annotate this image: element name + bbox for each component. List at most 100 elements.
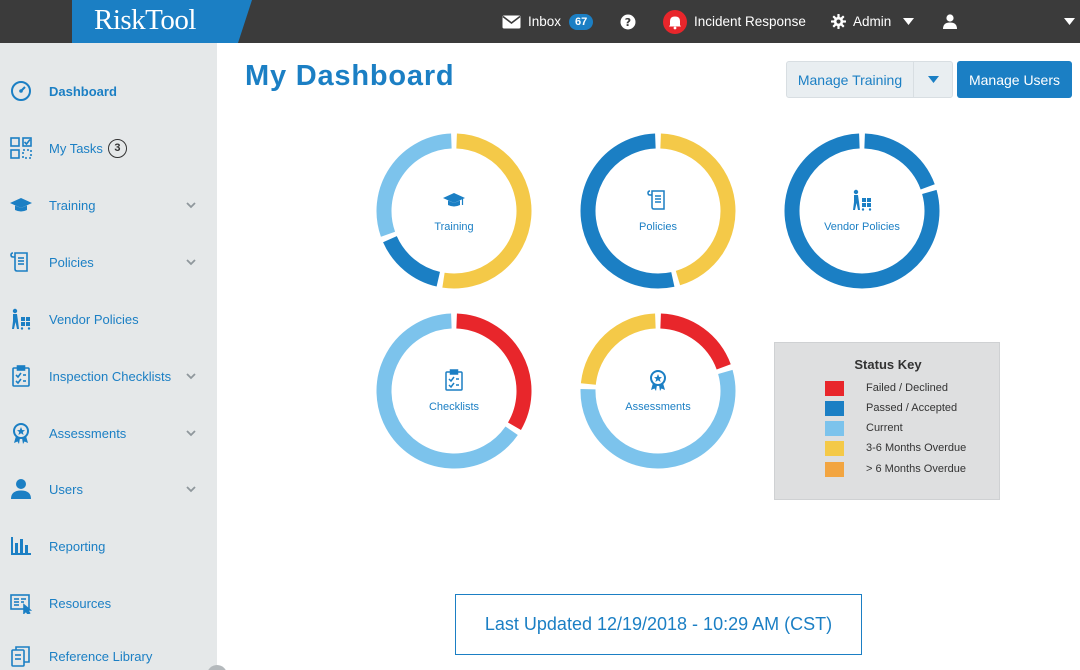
sidebar-item-label: My Tasks <box>49 140 103 156</box>
sidebar-item-assessments[interactable]: Assessments <box>0 413 217 453</box>
legend-label: > 6 Months Overdue <box>866 463 966 475</box>
last-updated-box: Last Updated 12/19/2018 - 10:29 AM (CST) <box>455 594 862 655</box>
chevron-down-icon[interactable] <box>186 371 196 381</box>
sidebar-item-inspection-checklists[interactable]: Inspection Checklists <box>0 356 217 396</box>
envelope-icon <box>502 15 521 28</box>
inbox-link[interactable]: Inbox 67 <box>502 0 594 43</box>
bar-chart-icon <box>9 534 33 558</box>
donut-label: Checklists <box>428 401 480 413</box>
sidebar-item-training[interactable]: Training <box>0 185 217 225</box>
caret-down-icon <box>1064 18 1075 25</box>
gear-icon <box>831 14 846 29</box>
donut-label: Policies <box>639 221 677 233</box>
status-key-legend: Status Key Failed / Declined Passed / Ac… <box>774 342 1000 500</box>
library-icon <box>9 644 33 668</box>
award-ribbon-icon <box>9 421 33 445</box>
legend-label: Current <box>866 422 903 434</box>
legend-entry: 3-6 Months Overdue <box>825 440 966 456</box>
sidebar-item-reference-library[interactable]: Reference Library <box>0 636 217 670</box>
clipboard-check-icon <box>445 369 463 391</box>
svg-text:?: ? <box>625 16 631 29</box>
manage-users-button[interactable]: Manage Users <box>957 61 1072 98</box>
sidebar-item-label: Training <box>49 197 96 213</box>
sidebar-item-label: Resources <box>49 595 112 611</box>
sidebar-item-vendor-policies[interactable]: Vendor Policies <box>0 299 217 339</box>
question-circle-icon: ? <box>620 14 636 29</box>
legend-swatch <box>825 420 844 436</box>
award-ribbon-icon <box>650 370 666 391</box>
legend-label: Passed / Accepted <box>866 402 958 414</box>
tasks-grid-icon <box>9 136 33 160</box>
graduation-cap-icon <box>9 193 33 217</box>
user-icon <box>9 477 33 501</box>
sidebar-item-label: Reference Library <box>49 648 153 664</box>
sidebar-item-label: Users <box>49 481 83 497</box>
admin-menu[interactable]: Admin <box>831 0 915 43</box>
help-button[interactable]: ? <box>620 0 636 43</box>
user-icon <box>943 14 957 29</box>
sidebar-item-reporting[interactable]: Reporting <box>0 526 217 566</box>
legend-entry: > 6 Months Overdue <box>825 461 966 477</box>
donut-policies[interactable]: Policies <box>578 131 738 291</box>
chevron-down-icon[interactable] <box>186 257 196 267</box>
donut-label: Vendor Policies <box>824 221 900 233</box>
task-count-badge: 3 <box>107 138 127 158</box>
page-title: My Dashboard <box>245 60 455 92</box>
graduation-cap-icon <box>443 193 465 207</box>
incident-response-label: Incident Response <box>694 14 806 29</box>
caret-down-icon <box>903 18 915 25</box>
donut-label: Assessments <box>625 401 691 413</box>
legend-entry: Failed / Declined <box>825 380 948 396</box>
app-logo[interactable]: RiskTool <box>72 0 252 43</box>
donut-training[interactable]: Training <box>374 131 534 291</box>
legend-label: 3-6 Months Overdue <box>866 442 967 454</box>
clipboard-check-icon <box>9 364 33 388</box>
legend-entry: Current <box>825 420 903 436</box>
sidebar-item-my-tasks[interactable]: My Tasks 3 <box>0 128 217 168</box>
sidebar-item-users[interactable]: Users <box>0 469 217 509</box>
donut-vendor-policies[interactable]: Vendor Policies <box>782 131 942 291</box>
scroll-icon <box>9 250 33 274</box>
vendor-cart-icon <box>853 189 872 211</box>
legend-swatch <box>825 400 844 416</box>
resources-icon <box>9 591 33 615</box>
chevron-down-icon[interactable] <box>186 484 196 494</box>
manage-training-dropdown-button[interactable] <box>913 61 953 98</box>
sidebar-item-resources[interactable]: Resources <box>0 583 217 623</box>
sidebar-item-label: Assessments <box>49 425 127 441</box>
status-key-title: Status Key <box>854 357 922 372</box>
legend-entry: Passed / Accepted <box>825 400 957 416</box>
scroll-icon <box>647 190 665 210</box>
logo-text: RiskTool <box>94 4 196 36</box>
top-bar: RiskTool Inbox 67 ? Incident Response Ad… <box>0 0 1080 43</box>
donut-assessments[interactable]: Assessments <box>578 311 738 471</box>
legend-swatch <box>825 461 844 477</box>
sidebar-item-policies[interactable]: Policies <box>0 242 217 282</box>
admin-label: Admin <box>853 14 892 29</box>
chevron-down-icon[interactable] <box>186 200 196 210</box>
gauge-icon <box>9 79 33 103</box>
sidebar: Dashboard My Tasks 3 Training Policies V… <box>0 43 227 670</box>
sidebar-item-label: Dashboard <box>49 83 117 99</box>
alarm-bell-icon <box>663 9 687 34</box>
inbox-label: Inbox <box>528 14 562 29</box>
caret-down-icon <box>927 76 939 83</box>
donut-checklists[interactable]: Checklists <box>374 311 534 471</box>
sidebar-item-label: Reporting <box>49 538 106 554</box>
legend-swatch <box>825 440 844 456</box>
vendor-cart-icon <box>9 307 33 331</box>
legend-label: Failed / Declined <box>866 382 948 394</box>
chevron-down-icon[interactable] <box>186 428 196 438</box>
account-menu-toggle[interactable] <box>1064 0 1075 43</box>
legend-swatch <box>825 380 844 396</box>
user-profile-button[interactable] <box>943 0 957 43</box>
sidebar-item-label: Policies <box>49 254 94 270</box>
donut-label: Training <box>434 221 474 233</box>
incident-response-link[interactable]: Incident Response <box>663 0 806 43</box>
sidebar-item-label: Vendor Policies <box>49 311 139 327</box>
sidebar-item-dashboard[interactable]: Dashboard <box>0 71 217 111</box>
inbox-count-badge: 67 <box>569 13 594 30</box>
sidebar-item-label-wrap: My Tasks 3 <box>49 138 127 158</box>
manage-training-button[interactable]: Manage Training <box>786 61 914 98</box>
sidebar-item-label: Inspection Checklists <box>49 368 172 384</box>
